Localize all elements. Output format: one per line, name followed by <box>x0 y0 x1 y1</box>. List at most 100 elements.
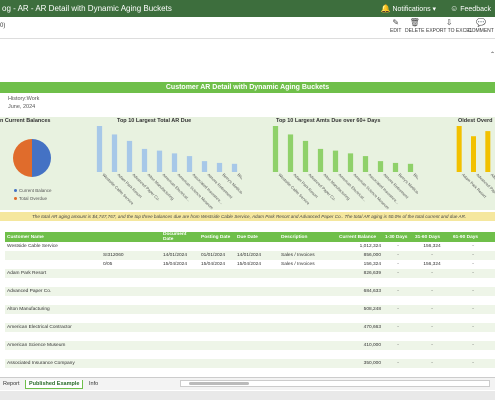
table-cell: Alton Manufacturing <box>5 305 101 314</box>
bar[interactable] <box>407 163 414 172</box>
table-row[interactable]: Associated Insurance Company 350,000- - - <box>5 359 495 368</box>
chevron-up-icon[interactable]: ⌃ <box>490 40 495 70</box>
bar[interactable] <box>171 153 178 172</box>
col-header[interactable]: Due Date <box>235 232 279 242</box>
table-cell: American Science Museum <box>5 341 101 350</box>
bar[interactable] <box>470 136 477 172</box>
comment-button[interactable]: 💬 COMMENT <box>468 18 494 34</box>
col-header[interactable]: Posting Date <box>199 232 235 242</box>
col-header[interactable]: Customer Name <box>5 232 101 242</box>
bar[interactable] <box>272 126 279 172</box>
notifications-button[interactable]: 🔔 Notifications ▾ <box>381 4 437 13</box>
view-dropdown[interactable]: 0) <box>0 23 5 29</box>
table-row[interactable]: Advanced Paper Co. 684,633- - - <box>5 287 495 296</box>
table-cell <box>413 350 451 359</box>
table-cell <box>383 350 413 359</box>
table-cell <box>279 278 337 287</box>
table-cell <box>413 368 451 377</box>
table-cell <box>235 350 279 359</box>
col-header[interactable]: Current Balance <box>337 232 383 242</box>
bar[interactable] <box>456 126 462 172</box>
bar[interactable] <box>126 140 133 172</box>
bar[interactable] <box>141 148 148 172</box>
pencil-icon: ✎ <box>392 18 400 27</box>
table-cell <box>337 350 383 359</box>
table-cell: - <box>397 244 399 249</box>
table-cell <box>161 332 199 341</box>
bar[interactable] <box>156 150 163 172</box>
table-cell <box>383 314 413 323</box>
pie-chart <box>13 139 51 177</box>
ar-detail-table: Customer Name Document Date Posting Date… <box>5 232 495 386</box>
bar[interactable] <box>332 150 339 172</box>
table-row[interactable]: American Electrical Contractor 470,663- - - <box>5 323 495 332</box>
bar[interactable] <box>347 153 354 172</box>
table-cell <box>101 350 161 359</box>
col-header[interactable]: 31-60 Days <box>413 232 451 242</box>
bar[interactable] <box>216 162 223 172</box>
table-row[interactable]: SI312060 14/01/2024 01/01/2024 14/01/2024 Sa… <box>5 251 495 260</box>
bar[interactable] <box>186 156 193 172</box>
bar[interactable] <box>392 162 399 172</box>
table-cell <box>101 242 161 251</box>
col-header[interactable] <box>101 232 161 242</box>
table-row[interactable]: 0/05 15/04/2024 15/04/2024 15/04/2024 Sales … <box>5 260 495 269</box>
trash-icon: 🗑 <box>409 18 420 27</box>
table-cell <box>383 368 413 377</box>
table-cell <box>451 278 495 287</box>
table-cell: 15/04/2024 <box>163 262 188 267</box>
col-header[interactable]: Description <box>279 232 337 242</box>
table-row[interactable] <box>5 314 495 323</box>
bar[interactable] <box>377 161 384 172</box>
comment-icon: 💬 <box>475 18 486 27</box>
feedback-button[interactable]: ☺ Feedback <box>450 4 491 13</box>
bar[interactable] <box>287 134 294 172</box>
table-cell <box>383 278 413 287</box>
edit-button[interactable]: ✎ EDIT <box>390 18 401 34</box>
pie-slice[interactable] <box>13 139 32 177</box>
table-cell: 156,324 <box>363 262 381 267</box>
table-row[interactable]: Adam Park Resort 826,639- - - <box>5 269 495 278</box>
table-cell <box>161 305 199 314</box>
table-cell <box>5 260 101 269</box>
table-cell: 826,639 <box>337 269 383 278</box>
table-row[interactable] <box>5 278 495 287</box>
table-cell: - <box>383 323 413 332</box>
col-header[interactable]: 61-90 Days <box>451 232 495 242</box>
table-row[interactable]: Westside Cable Service 1,012,324 - 156,324 - <box>5 242 495 251</box>
bar[interactable] <box>111 134 118 172</box>
bar[interactable] <box>317 148 324 172</box>
table-cell: - <box>451 359 495 368</box>
table-cell <box>161 359 199 368</box>
table-cell: - <box>472 262 474 267</box>
table-cell <box>451 368 495 377</box>
table-row[interactable]: American Science Museum 410,000- - - <box>5 341 495 350</box>
bar[interactable] <box>231 163 238 172</box>
table-row[interactable] <box>5 368 495 377</box>
tab-info[interactable]: Info <box>86 380 101 389</box>
pie-slice[interactable] <box>32 139 51 177</box>
table-cell: - <box>451 287 495 296</box>
bell-icon: 🔔 <box>380 4 391 13</box>
table-row[interactable] <box>5 296 495 305</box>
table-row[interactable] <box>5 332 495 341</box>
notifications-label: Notifications <box>392 6 431 13</box>
col-header[interactable]: Document Date <box>161 232 199 242</box>
delete-button[interactable]: 🗑 DELETE <box>405 18 424 34</box>
col-header[interactable]: 1-30 Days <box>383 232 413 242</box>
table-row[interactable]: Alton Manufacturing 508,248- - - <box>5 305 495 314</box>
toolbar: 0) ✎ EDIT 🗑 DELETE ⇩ EXPORT TO EXCEL 💬 COMME… <box>0 17 495 39</box>
table-cell <box>337 278 383 287</box>
table-cell: 15/04/2024 <box>237 262 262 267</box>
bar[interactable] <box>302 140 309 172</box>
scroll-thumb[interactable] <box>189 382 249 385</box>
bar[interactable] <box>201 161 208 172</box>
tab-published-example[interactable]: Published Example <box>25 380 84 389</box>
tab-report[interactable]: Report <box>0 380 23 389</box>
export-excel-button[interactable]: ⇩ EXPORT TO EXCEL <box>426 18 472 34</box>
horizontal-scrollbar[interactable] <box>180 380 490 387</box>
bar[interactable] <box>485 131 491 172</box>
bar[interactable] <box>362 156 369 172</box>
bar[interactable] <box>96 126 103 172</box>
table-row[interactable] <box>5 350 495 359</box>
